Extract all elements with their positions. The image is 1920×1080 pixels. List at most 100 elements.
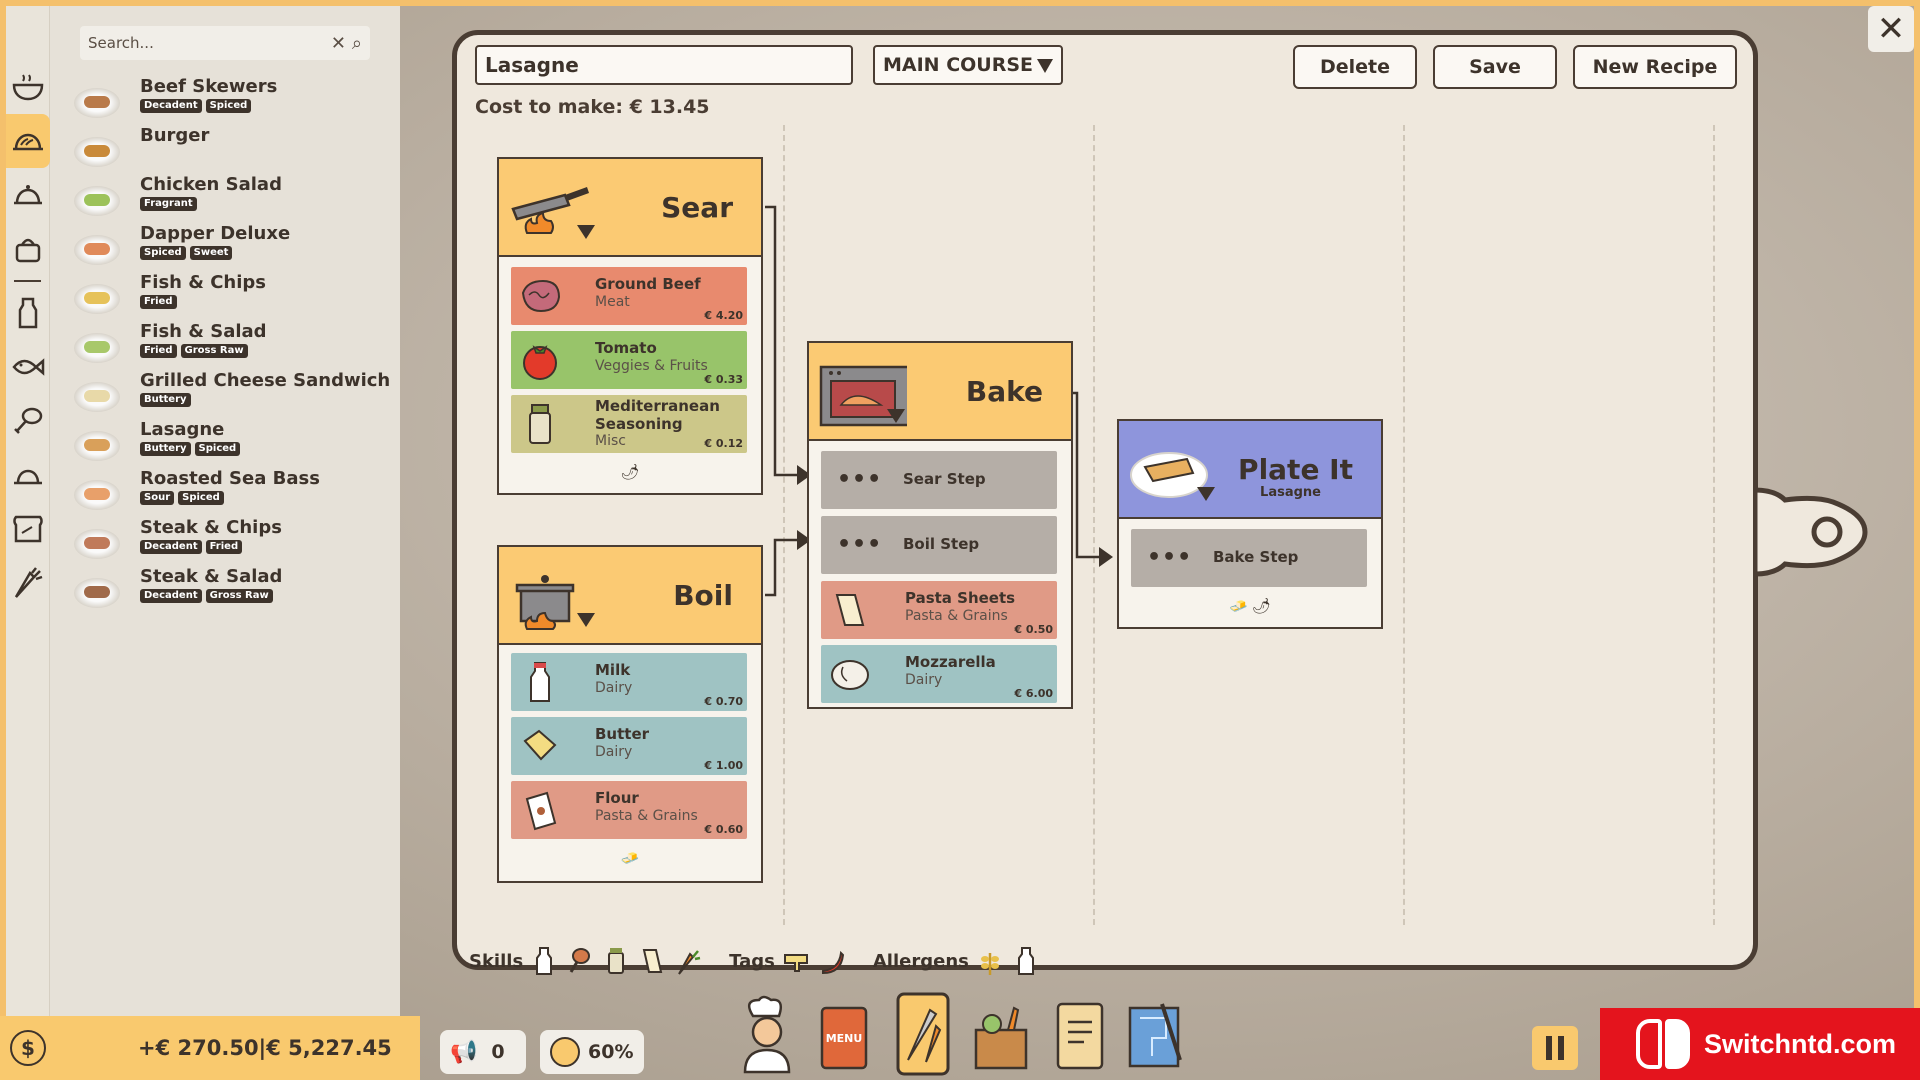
recipe-list-item[interactable]: Burger [74,125,394,181]
fish-category-icon[interactable] [6,340,50,394]
mozzarella-icon [831,660,869,690]
recipe-tags: Fried Gross Raw [140,344,267,358]
recipe-thumbnail [74,431,120,461]
board-handle [1755,487,1868,577]
recipe-info: Fish & Chips Fried [140,272,266,309]
recipe-tag-badge: Spiced [178,491,224,505]
plate-step-card[interactable]: Plate It Lasagne ••• Bake Step 🧈 🌶 [1117,419,1383,629]
input-bake-step[interactable]: ••• Bake Step [1131,529,1367,587]
recipe-tags: Decadent Spiced [140,99,277,113]
notebook-icon[interactable] [1046,994,1112,1074]
drink-category-icon[interactable] [6,286,50,340]
course-dropdown[interactable]: MAIN COURSE [873,45,1063,85]
recipe-tag-badge: Sweet [189,246,233,260]
delete-button[interactable]: Delete [1293,45,1417,89]
soup-category-icon[interactable] [6,60,50,114]
ingredient-name-line1: Mediterranean [595,397,720,415]
boil-step-card[interactable]: Boil Milk Dairy € 0.70 Butter Dairy € 1.… [497,545,763,883]
recipe-info: Dapper Deluxe Spiced Sweet [140,223,290,260]
ingredient-name: Milk [595,661,631,679]
ingredient-flour[interactable]: Flour Pasta & Grains € 0.60 [511,781,747,839]
ingredient-category: Dairy [595,680,633,696]
close-button[interactable]: ✕ [1868,6,1914,52]
ingredient-pasta-sheets[interactable]: Pasta Sheets Pasta & Grains € 0.50 [821,581,1057,639]
recipe-name: Chicken Salad [140,174,282,195]
recipe-tags: Decadent Gross Raw [140,589,282,603]
chef-staff-icon[interactable] [735,994,801,1074]
recipe-name-input[interactable] [475,45,853,85]
input-sear-step[interactable]: ••• Sear Step [821,451,1057,509]
sear-step-card[interactable]: Sear Ground Beef Meat € 4.20 Tomato Vegg… [497,157,763,495]
new-recipe-button[interactable]: New Recipe [1573,45,1737,89]
expand-arrow-icon[interactable] [577,613,595,627]
recipe-thumbnail [74,578,120,608]
expand-arrow-icon[interactable] [887,409,905,423]
recipe-name: Steak & Salad [140,566,283,587]
ingredient-tomato[interactable]: Tomato Veggies & Fruits € 0.33 [511,331,747,389]
dessert-category-icon[interactable] [6,168,50,222]
recipe-list-item[interactable]: Chicken Salad Fragrant [74,174,394,230]
boil-step-header: Boil [499,547,761,645]
main-course-category-icon[interactable] [6,114,50,168]
recipe-list-item[interactable]: Steak & Chips Decadent Fried [74,517,394,573]
ingredient-ground-beef[interactable]: Ground Beef Meat € 4.20 [511,267,747,325]
recipe-list-item[interactable]: Beef Skewers Decadent Spiced [74,76,394,132]
carrot-category-icon[interactable] [6,556,50,610]
plate-step-header: Plate It Lasagne [1119,421,1381,519]
dropdown-arrow-icon [1037,59,1053,73]
blueprint-build-icon[interactable] [1122,994,1188,1074]
ingredient-butter[interactable]: Butter Dairy € 1.00 [511,717,747,775]
butter-icon [523,729,557,761]
recipe-tag-badge: Decadent [140,99,202,113]
pause-button[interactable] [1532,1026,1578,1070]
menu-book-icon[interactable]: MENU [812,994,878,1074]
recipe-board-icon[interactable] [890,990,956,1078]
expand-arrow-icon[interactable] [1197,487,1215,501]
pasta-skill-icon [642,949,663,973]
ingredient-category: Pasta & Grains [905,608,1008,624]
bread-category-icon[interactable] [6,502,50,556]
course-value: MAIN COURSE [883,54,1034,76]
recipe-list-item[interactable]: Fish & Chips Fried [74,272,394,328]
ingredient-category: Meat [595,294,630,310]
basket-category-icon[interactable] [6,222,50,276]
allergens-group: Allergens [873,945,1041,977]
ingredients-crate-icon[interactable] [968,994,1034,1074]
recipe-list-item[interactable]: Dapper Deluxe Spiced Sweet [74,223,394,279]
ingredient-mediterranean-seasoning[interactable]: Mediterranean Seasoning Misc € 0.12 [511,395,747,453]
recipe-thumbnail [74,480,120,510]
recipe-list-item[interactable]: Steak & Salad Decadent Gross Raw [74,566,394,622]
ingredient-milk[interactable]: Milk Dairy € 0.70 [511,653,747,711]
input-boil-step[interactable]: ••• Boil Step [821,516,1057,574]
money-icon: $ [10,1030,46,1066]
veggie-skill-icon [678,950,701,975]
ingredient-mozzarella[interactable]: Mozzarella Dairy € 6.00 [821,645,1057,703]
recipe-name: Lasagne [140,419,225,440]
satisfaction-stat[interactable]: 60% [540,1030,644,1074]
recipe-list-item[interactable]: Lasagne Buttery Spiced [74,419,394,475]
recipe-list-item[interactable]: Grilled Cheese Sandwich Buttery [74,370,394,426]
recipe-name: Fish & Salad [140,321,267,342]
save-button[interactable]: Save [1433,45,1557,89]
recipe-list-item[interactable]: Fish & Salad Fried Gross Raw [74,321,394,377]
recipe-tag-badge: Fried [205,540,243,554]
recipe-tag-badge: Buttery [140,442,191,456]
marketing-stat[interactable]: 📢 0 [440,1030,526,1074]
plate-title: Plate It [1238,453,1353,486]
search-icon: ⌕ [351,32,362,54]
meat-category-icon[interactable] [6,394,50,448]
switch-logo-icon [1636,1019,1690,1069]
skills-label: Skills [469,950,524,972]
expand-arrow-icon[interactable] [577,225,595,239]
recipe-thumbnail [74,382,120,412]
bake-step-card[interactable]: Bake ••• Sear Step ••• Boil Step Pasta S… [807,341,1073,709]
ingredient-category: Dairy [595,744,633,760]
recipe-list-item[interactable]: Roasted Sea Bass Sour Spiced [74,468,394,524]
tags-label: Tags [729,950,775,972]
clear-icon[interactable]: ✕ [331,33,346,54]
sear-title: Sear [661,191,733,224]
cheese-category-icon[interactable] [6,448,50,502]
buttery-tag-icon [783,954,808,972]
search-input[interactable]: Search... ✕ ⌕ [80,26,370,60]
milk-bottle-icon [530,662,550,702]
